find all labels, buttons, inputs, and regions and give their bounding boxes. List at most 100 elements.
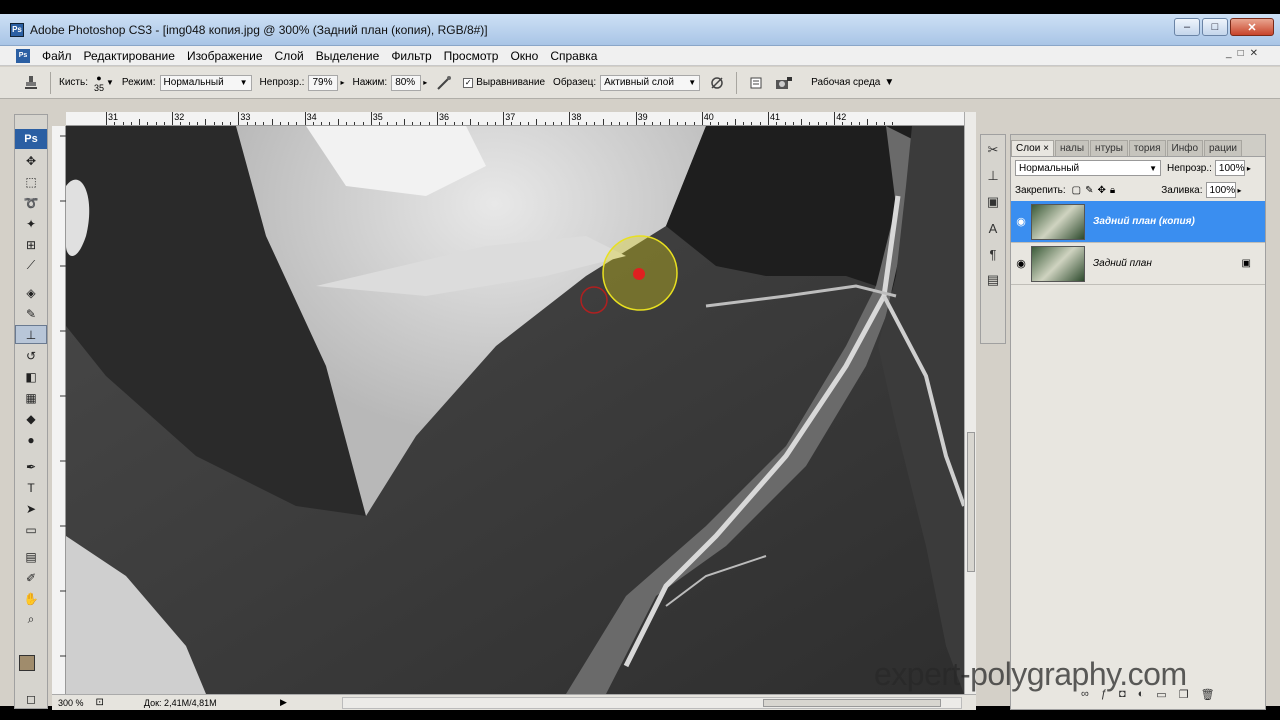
quick-mask-icon[interactable]: ◻ [15, 689, 47, 708]
brush-tool-icon[interactable]: ✎ [15, 304, 47, 323]
pen-tool-icon[interactable]: ✒ [15, 457, 47, 476]
move-tool-icon[interactable]: ✥ [15, 151, 47, 170]
menu-file[interactable]: Файл [36, 49, 78, 63]
clone-source-panel-icon[interactable] [745, 72, 767, 94]
vertical-scroll-thumb[interactable] [967, 432, 975, 572]
clone-stamp-tool-icon[interactable]: ⊥ [15, 325, 47, 344]
watermark: expert-polygraphy.com [874, 656, 1187, 692]
ruler-minor-tick [362, 122, 364, 125]
marquee-tool-icon[interactable]: ⬚ [15, 172, 47, 191]
ruler-minor-tick [809, 122, 811, 125]
zoom-level[interactable]: 300 % [58, 698, 84, 708]
horizontal-scroll-thumb[interactable] [763, 699, 941, 707]
menu-edit[interactable]: Редактирование [78, 49, 181, 63]
blur-tool-icon[interactable]: ◆ [15, 409, 47, 428]
layer-comps-icon[interactable]: ▣ [982, 191, 1004, 213]
flow-slider-button[interactable]: ▸ [423, 78, 427, 87]
workspace-menu[interactable]: Рабочая среда ▼ [811, 77, 894, 88]
status-preview-icon[interactable]: ⊡ [96, 697, 104, 708]
shape-tool-icon[interactable]: ▭ [15, 520, 47, 539]
tab-history[interactable]: тория [1128, 140, 1166, 156]
trash-icon[interactable]: 🗑︎ [1201, 688, 1215, 701]
type-tool-icon[interactable]: T [15, 478, 47, 497]
ruler-minor-tick [602, 119, 604, 125]
layer-thumbnail [1031, 245, 1085, 282]
doc-close-button[interactable]: ✕ [1250, 48, 1258, 59]
path-selection-tool-icon[interactable]: ➤ [15, 499, 47, 518]
crop-tool-icon[interactable]: ⊞ [15, 235, 47, 254]
ignore-adjustment-layers-icon[interactable] [706, 72, 728, 94]
close-button[interactable]: ✕ [1230, 18, 1274, 36]
slice-tool-icon[interactable]: ⟋ [15, 256, 47, 275]
tab-channels[interactable]: налы [1054, 140, 1090, 156]
lock-all-icon[interactable]: 🔒︎ [1110, 185, 1115, 196]
opacity-input[interactable]: 79% [308, 74, 339, 91]
foreground-color-swatch[interactable] [19, 655, 35, 671]
brush-dot-icon: ● [96, 72, 102, 83]
menu-layer[interactable]: Слой [269, 49, 310, 63]
tab-info[interactable]: Инфо [1166, 140, 1203, 156]
history-brush-tool-icon[interactable]: ↺ [15, 346, 47, 365]
aligned-checkbox[interactable]: ✓ Выравнивание [463, 77, 545, 88]
chevron-down-icon[interactable]: ▼ [106, 78, 114, 87]
sample-select[interactable]: Активный слой ▼ [600, 74, 701, 91]
healing-brush-tool-icon[interactable]: ◈ [15, 283, 47, 302]
brush-preview[interactable]: ● 35 [94, 73, 104, 93]
tools-preset-icon[interactable]: ✂ [982, 139, 1004, 161]
status-menu-arrow-icon[interactable]: ▶ [280, 697, 287, 708]
airbrush-icon[interactable] [433, 72, 455, 94]
tab-layers[interactable]: Слои × [1011, 140, 1054, 156]
clone-source-icon[interactable]: ⊥ [982, 165, 1004, 187]
lasso-tool-icon[interactable]: ➰ [15, 193, 47, 212]
tab-paths[interactable]: нтуры [1090, 140, 1128, 156]
vertical-scrollbar[interactable] [964, 112, 976, 694]
fill-slider-button[interactable]: ▸ [1238, 186, 1242, 195]
magic-wand-tool-icon[interactable]: ✦ [15, 214, 47, 233]
doc-minimize-button[interactable]: _ [1226, 48, 1232, 59]
eye-icon[interactable]: ◉ [1011, 257, 1031, 270]
layer-opacity-slider-button[interactable]: ▸ [1247, 164, 1251, 173]
aligned-check-box[interactable]: ✓ [463, 77, 474, 88]
menu-image[interactable]: Изображение [181, 49, 269, 63]
menu-filter[interactable]: Фильтр [385, 49, 437, 63]
menu-select[interactable]: Выделение [310, 49, 386, 63]
layer-opacity-input[interactable]: 100% [1214, 160, 1245, 176]
tab-actions[interactable]: рации [1204, 140, 1243, 156]
ruler-tick-label: 38 [571, 112, 582, 122]
maximize-button[interactable]: □ [1202, 18, 1228, 36]
flow-input[interactable]: 80% [391, 74, 422, 91]
notes-tool-icon[interactable]: ▤ [15, 547, 47, 566]
lock-position-icon[interactable]: ✥ [1098, 185, 1106, 196]
doc-maximize-button[interactable]: □ [1238, 48, 1244, 59]
hand-tool-icon[interactable]: ✋ [15, 589, 47, 608]
zoom-tool-icon[interactable]: ⌕ [15, 610, 47, 629]
lock-transparency-icon[interactable]: ▢ [1072, 185, 1081, 196]
ruler-minor-tick [552, 122, 554, 125]
horizontal-scrollbar[interactable] [342, 697, 962, 709]
eyedropper-tool-icon[interactable]: ✐ [15, 568, 47, 587]
document-icon[interactable]: Ps [16, 48, 30, 63]
paragraph-icon[interactable]: ¶ [982, 243, 1004, 265]
layer-row-background-copy[interactable]: ◉ Задний план (копия) [1011, 201, 1265, 243]
menu-view[interactable]: Просмотр [438, 49, 505, 63]
layer-row-background[interactable]: ◉ Задний план ▣ [1011, 243, 1265, 285]
brush-picker[interactable]: Кисть: ● 35 ▼ [59, 73, 114, 93]
menu-window[interactable]: Окно [504, 49, 544, 63]
mode-select[interactable]: Нормальный ▼ [159, 74, 252, 91]
blend-mode-select[interactable]: Нормальный ▼ [1015, 160, 1161, 176]
opacity-slider-button[interactable]: ▸ [340, 78, 344, 87]
bridge-icon[interactable] [773, 72, 795, 94]
dodge-tool-icon[interactable]: ● [15, 430, 47, 449]
character-icon[interactable]: A [982, 217, 1004, 239]
clone-stamp-preset-icon[interactable] [20, 72, 42, 94]
lock-pixels-icon[interactable]: ✎ [1085, 185, 1093, 196]
document-canvas[interactable] [66, 126, 964, 694]
fill-input[interactable]: 100% [1205, 182, 1236, 198]
eye-icon[interactable]: ◉ [1011, 215, 1031, 228]
minimize-button[interactable]: – [1174, 18, 1200, 36]
notes-panel-icon[interactable]: ▤ [982, 269, 1004, 291]
eraser-tool-icon[interactable]: ◧ [15, 367, 47, 386]
menu-help[interactable]: Справка [544, 49, 603, 63]
chevron-down-icon: ▼ [884, 77, 895, 88]
gradient-tool-icon[interactable]: ▦ [15, 388, 47, 407]
